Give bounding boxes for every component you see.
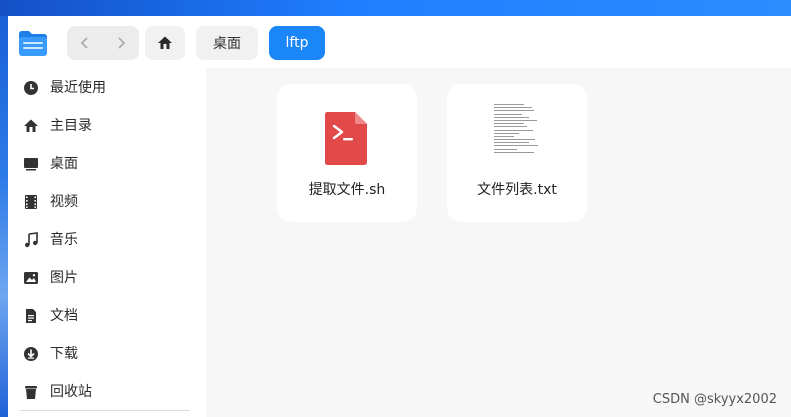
forward-button[interactable] — [103, 26, 139, 60]
file-name: 提取文件.sh — [308, 182, 386, 198]
sidebar-item-trash[interactable]: 回收站 — [8, 373, 206, 411]
text-file-preview-icon — [494, 104, 544, 168]
sidebar-item-documents[interactable]: 文档 — [8, 297, 206, 335]
clock-icon — [24, 81, 38, 95]
trash-icon — [25, 386, 37, 399]
desktop-background-top — [0, 0, 791, 16]
sidebar-item-recent[interactable]: 最近使用 — [8, 69, 206, 107]
file-manager-window: 桌面 lftp 最近使用 主目录 桌面 视频 音乐 图片 文档 下载 回收站 提… — [8, 16, 791, 417]
image-icon — [24, 272, 38, 284]
desktop-background-left — [0, 16, 8, 417]
file-item-shell-script[interactable]: 提取文件.sh — [277, 84, 417, 222]
sidebar-item-label: 音乐 — [50, 232, 78, 248]
film-icon — [25, 195, 37, 209]
monitor-icon — [24, 158, 38, 171]
breadcrumb-lftp[interactable]: lftp — [269, 26, 325, 60]
navigation-group — [67, 26, 139, 60]
sidebar-item-music[interactable]: 音乐 — [8, 221, 206, 259]
music-note-icon — [25, 232, 38, 248]
sidebar-item-label: 下载 — [50, 346, 78, 362]
sidebar-item-label: 最近使用 — [50, 80, 106, 96]
file-grid: 提取文件.sh 文件列表.txt CSDN @skyyx2002 — [206, 68, 791, 417]
watermark-text: CSDN @skyyx2002 — [652, 392, 777, 407]
breadcrumb-desktop[interactable]: 桌面 — [196, 26, 258, 60]
sidebar-item-label: 视频 — [50, 194, 78, 210]
sidebar-item-videos[interactable]: 视频 — [8, 183, 206, 221]
file-name: 文件列表.txt — [477, 182, 557, 198]
sidebar-item-desktop[interactable]: 桌面 — [8, 145, 206, 183]
chevron-left-icon — [80, 37, 88, 49]
home-button[interactable] — [145, 26, 185, 60]
sidebar-item-label: 文档 — [50, 308, 78, 324]
back-button[interactable] — [67, 26, 103, 60]
toolbar: 桌面 lftp — [8, 16, 791, 68]
download-icon — [24, 347, 38, 361]
home-icon — [24, 119, 38, 132]
folder-app-icon[interactable] — [17, 27, 49, 59]
sidebar-item-downloads[interactable]: 下载 — [8, 335, 206, 373]
home-icon — [158, 36, 172, 49]
sidebar-divider — [20, 410, 190, 411]
sidebar-item-label: 主目录 — [50, 118, 92, 134]
sidebar-item-home[interactable]: 主目录 — [8, 107, 206, 145]
shell-script-icon — [325, 112, 367, 165]
chevron-right-icon — [118, 37, 126, 49]
sidebar-item-label: 桌面 — [50, 156, 78, 172]
sidebar: 最近使用 主目录 桌面 视频 音乐 图片 文档 下载 回收站 — [8, 68, 206, 417]
file-item-text-file[interactable]: 文件列表.txt — [447, 84, 587, 222]
sidebar-item-pictures[interactable]: 图片 — [8, 259, 206, 297]
sidebar-item-label: 图片 — [50, 270, 78, 286]
document-icon — [26, 309, 36, 323]
sidebar-item-label: 回收站 — [50, 384, 92, 400]
